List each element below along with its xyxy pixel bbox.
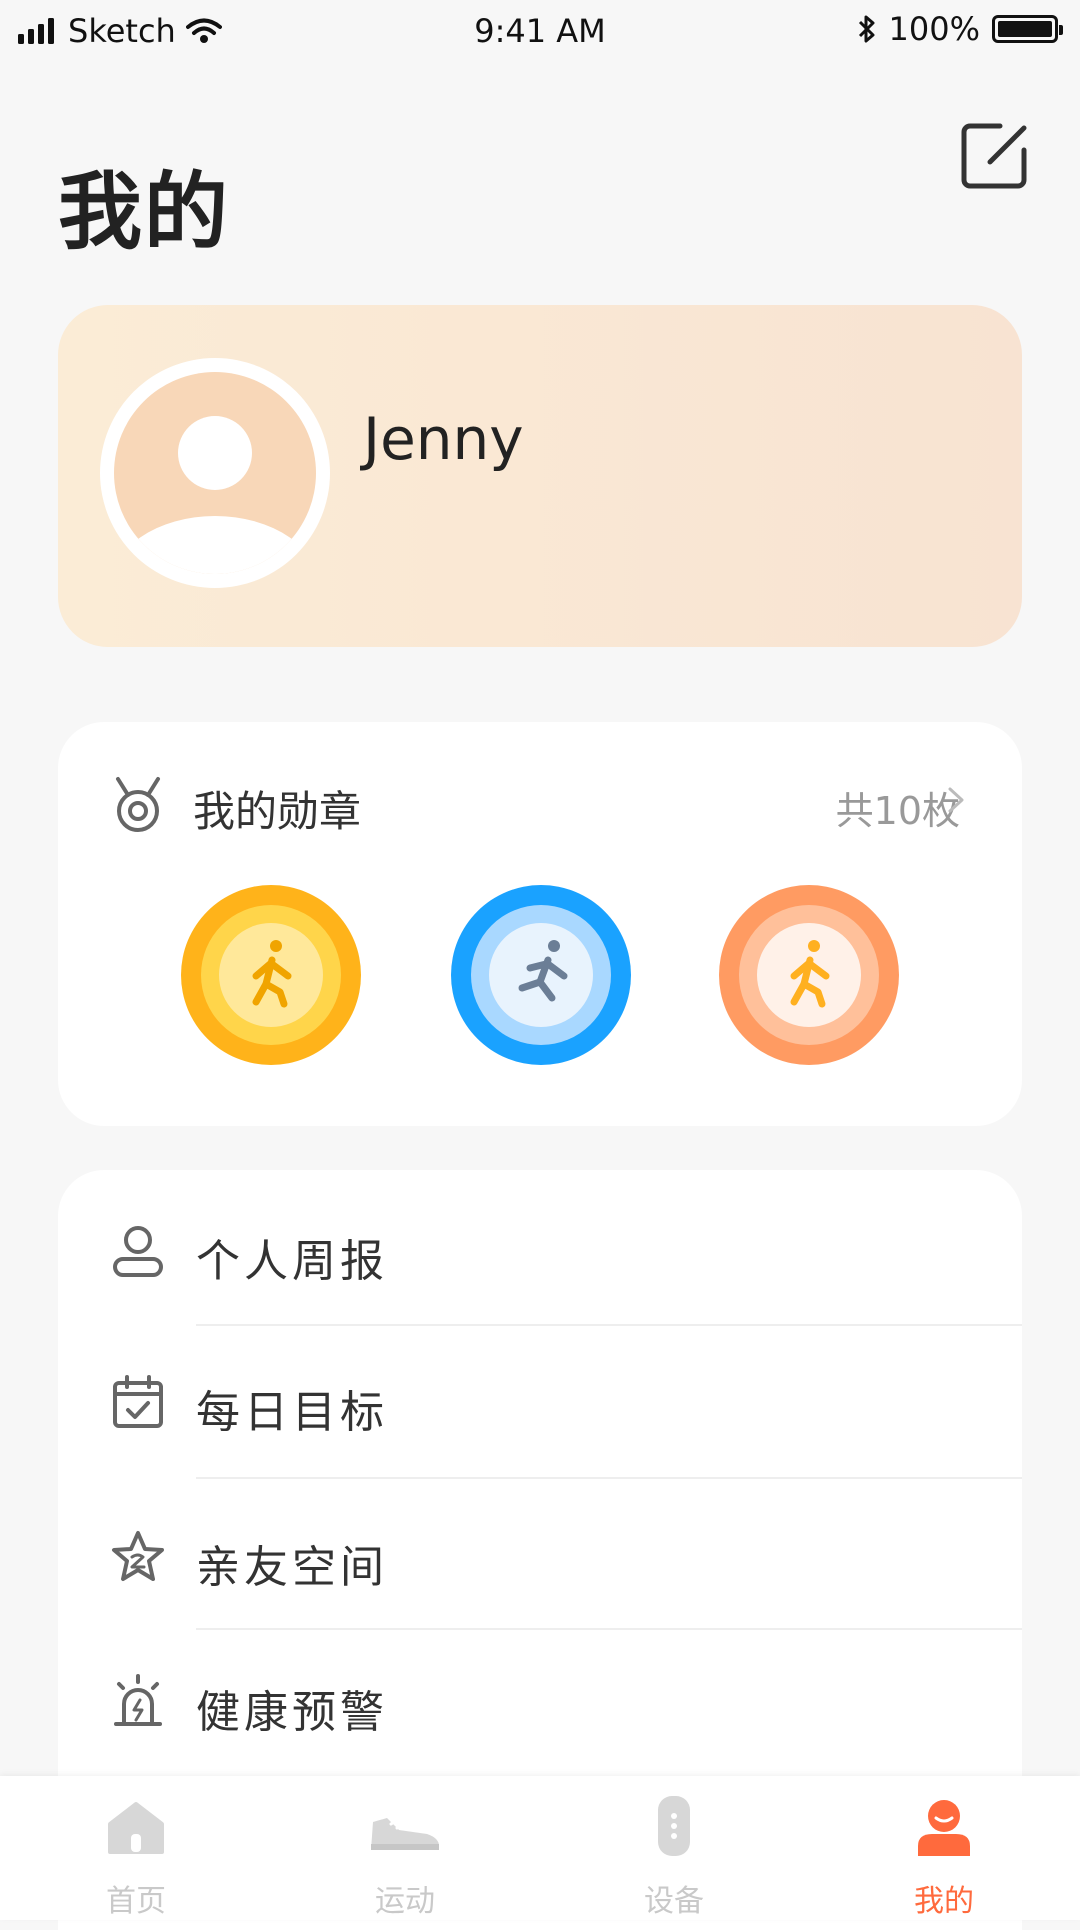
- me-icon: [914, 1800, 974, 1856]
- battery-icon: [992, 15, 1063, 43]
- tab-label: 首页: [106, 1884, 166, 1919]
- home-icon: [106, 1800, 166, 1856]
- menu-item-daily-goal[interactable]: 每日目标: [58, 1326, 1022, 1476]
- walking-medal-icon: [181, 885, 361, 1065]
- medal-walking-gold[interactable]: [176, 880, 366, 1070]
- edit-icon: [961, 123, 1027, 189]
- status-right: 100%: [857, 10, 1063, 48]
- star-icon: [110, 1529, 166, 1585]
- medal-walking-orange[interactable]: [714, 880, 904, 1070]
- page-title: 我的: [58, 163, 231, 261]
- menu-item-weekly-report[interactable]: 个人周报: [58, 1175, 1022, 1325]
- running-medal-icon: [451, 885, 631, 1065]
- tab-label: 我的: [914, 1884, 974, 1919]
- battery-percent: 100%: [888, 10, 980, 48]
- tab-me[interactable]: 我的: [874, 1776, 1014, 1920]
- tab-bar: 首页 运动 设备 我的: [0, 1776, 1080, 1920]
- watch-icon: [644, 1796, 704, 1856]
- medal-section-title: 我的勋章: [193, 787, 362, 836]
- status-bar: Sketch 9:41 AM 100%: [0, 0, 1080, 64]
- medal-running-blue[interactable]: [446, 880, 636, 1070]
- menu-item-label: 健康预警: [196, 1687, 388, 1738]
- calendar-check-icon: [110, 1374, 166, 1430]
- menu-item-label: 亲友空间: [196, 1542, 388, 1593]
- chevron-right-icon[interactable]: [944, 785, 968, 815]
- tab-home[interactable]: 首页: [66, 1776, 206, 1920]
- user-avatar-icon: [100, 358, 330, 588]
- menu-item-label: 个人周报: [196, 1236, 388, 1287]
- menu-item-health-alert[interactable]: 健康预警: [58, 1630, 1022, 1780]
- tab-label: 运动: [375, 1884, 435, 1919]
- walking-medal-icon: [719, 885, 899, 1065]
- tab-sports[interactable]: 运动: [335, 1776, 475, 1920]
- username: Jenny: [363, 405, 524, 473]
- tab-label: 设备: [644, 1884, 704, 1919]
- edit-profile-button[interactable]: [960, 120, 1030, 190]
- alarm-icon: [110, 1674, 166, 1730]
- medal-section-icon: [112, 775, 164, 833]
- shoe-icon: [371, 1800, 439, 1856]
- avatar[interactable]: [100, 358, 330, 588]
- medal-count-link[interactable]: 共10枚: [836, 780, 960, 835]
- bluetooth-icon: [858, 15, 875, 43]
- person-icon: [110, 1223, 166, 1279]
- menu-item-friends-space[interactable]: 亲友空间: [58, 1479, 1022, 1629]
- tab-devices[interactable]: 设备: [604, 1776, 744, 1920]
- menu-item-label: 每日目标: [196, 1387, 388, 1438]
